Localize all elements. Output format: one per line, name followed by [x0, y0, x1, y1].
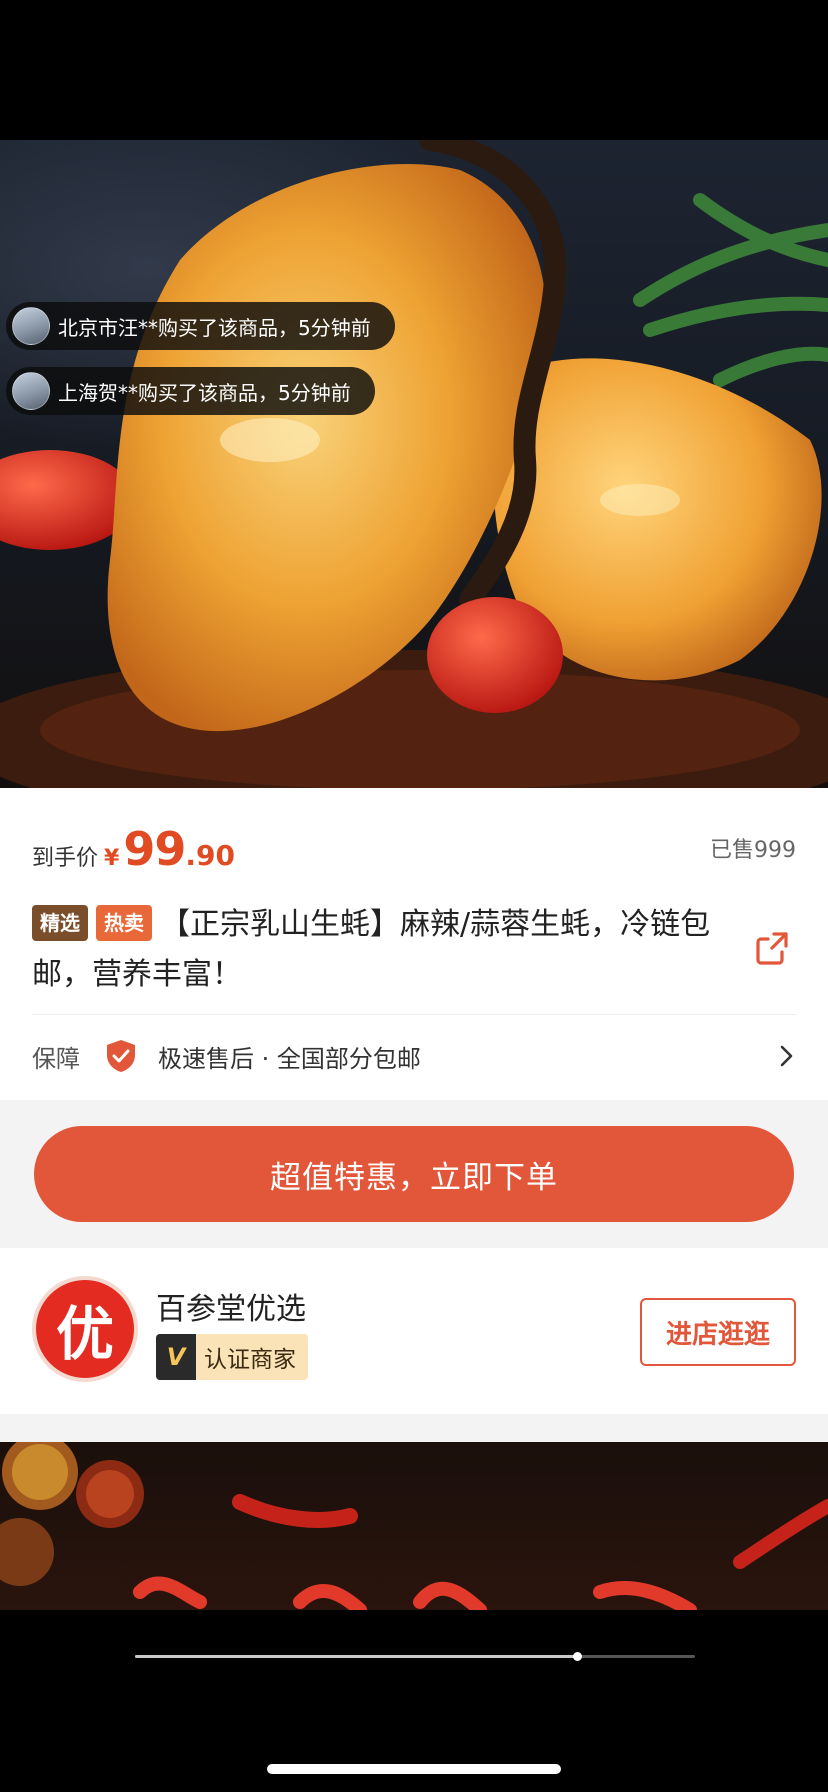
product-hero-image[interactable]: 北京市汪**购买了该商品，5分钟前 上海贺**购买了该商品，5分钟前: [0, 140, 828, 788]
guarantee-label: 保障: [32, 1044, 80, 1073]
product-info-card: 到手价 ¥ 99 .90 已售999 精选 热卖 【正宗乳山生蚝】麻辣/蒜蓉生蚝，冷…: [0, 788, 828, 1100]
chili-spice-illustration: [0, 1442, 828, 1610]
video-progress-handle[interactable]: [573, 1652, 583, 1661]
chevron-right-icon: [780, 1045, 793, 1067]
section-gap: [0, 1414, 828, 1442]
tag-featured: 精选: [32, 905, 88, 941]
buy-now-button[interactable]: 超值特惠，立即下单: [34, 1126, 794, 1222]
buyer-avatar: [12, 372, 50, 410]
purchase-notification: 上海贺**购买了该商品，5分钟前: [6, 367, 375, 415]
buyer-avatar: [12, 307, 50, 345]
product-title: 精选 热卖 【正宗乳山生蚝】麻辣/蒜蓉生蚝，冷链包邮，营养丰富！: [32, 900, 712, 1000]
notification-text: 上海贺**购买了该商品，5分钟前: [58, 380, 351, 405]
divider: [32, 1014, 796, 1015]
share-icon[interactable]: [752, 928, 792, 968]
verified-v-icon: V: [156, 1334, 196, 1380]
visit-shop-button[interactable]: 进店逛逛: [640, 1298, 796, 1366]
price-row: 到手价 ¥ 99 .90: [32, 822, 235, 876]
sold-count: 已售999: [710, 838, 796, 863]
shop-name[interactable]: 百参堂优选: [156, 1284, 306, 1328]
verified-merchant-badge: V 认证商家: [156, 1334, 308, 1380]
shield-check-icon: [107, 1040, 135, 1072]
price-integer: 99: [123, 822, 186, 876]
detail-banner-image: [0, 1442, 828, 1610]
guarantee-row[interactable]: 保障 极速售后 · 全国部分包邮: [32, 1028, 796, 1084]
shop-card: 优 百参堂优选 V 认证商家 进店逛逛: [0, 1248, 828, 1414]
shop-logo[interactable]: 优: [32, 1276, 138, 1382]
purchase-notification: 北京市汪**购买了该商品，5分钟前: [6, 302, 395, 350]
video-progress-bar[interactable]: [135, 1652, 695, 1661]
price-decimal: .90: [185, 839, 235, 872]
verified-text: 认证商家: [204, 1347, 296, 1373]
video-progress-fill: [135, 1655, 578, 1658]
notification-text: 北京市汪**购买了该商品，5分钟前: [58, 315, 371, 340]
buy-area: 超值特惠，立即下单: [0, 1100, 828, 1248]
home-indicator[interactable]: [267, 1764, 561, 1774]
guarantee-text: 极速售后 · 全国部分包邮: [158, 1044, 421, 1073]
price-label: 到手价: [32, 846, 99, 871]
currency-symbol: ¥: [104, 846, 120, 871]
tag-hot: 热卖: [96, 905, 152, 941]
oyster-illustration: [0, 140, 828, 788]
